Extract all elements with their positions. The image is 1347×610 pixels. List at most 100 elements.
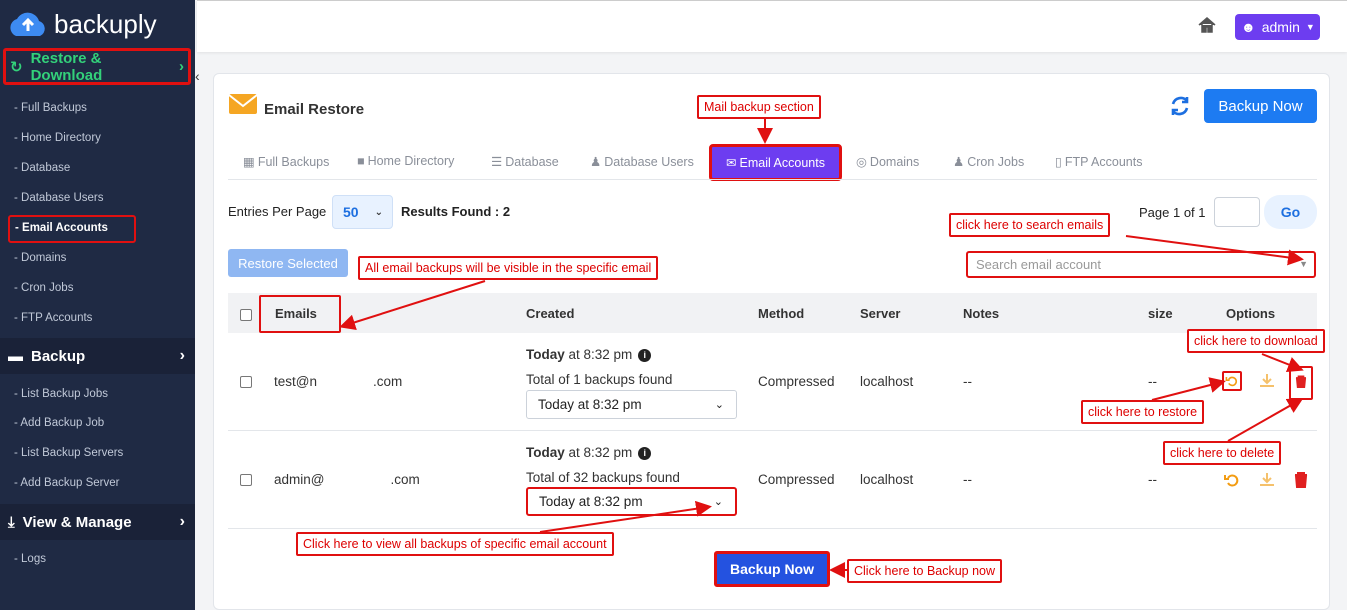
chevron-right-icon: › xyxy=(179,58,184,75)
download-icon[interactable] xyxy=(1257,470,1277,490)
callout-download: click here to download xyxy=(1187,329,1325,353)
sidebar-item-domains[interactable]: - Domains xyxy=(14,252,66,264)
tab-ftp-accounts[interactable]: ▯ FTP Accounts xyxy=(1055,154,1142,170)
nav-restore-label: Restore & Download xyxy=(30,49,103,84)
size-cell: -- xyxy=(1148,374,1157,389)
refresh-icon[interactable] xyxy=(1169,95,1191,117)
caret-down-icon: ▼ xyxy=(1299,259,1308,269)
chevron-down-icon: ⌄ xyxy=(374,206,383,218)
header-server: Server xyxy=(860,306,901,321)
sidebar-item-email-accounts[interactable]: - Email Accounts xyxy=(8,215,136,243)
header-notes: Notes xyxy=(963,306,1000,321)
backup-now-bottom-button[interactable]: Backup Now xyxy=(714,551,830,587)
folder-icon: ■ xyxy=(357,154,365,168)
download-icon[interactable] xyxy=(1257,371,1277,391)
page-number-input[interactable] xyxy=(1214,197,1260,227)
select-all-checkbox[interactable] xyxy=(240,309,252,321)
page-title: Email Restore xyxy=(264,101,365,118)
row-divider xyxy=(228,430,1317,431)
backup-total: Total of 1 backups found xyxy=(526,372,673,387)
restore-icon[interactable] xyxy=(1222,470,1242,490)
sidebar-item-full-backups[interactable]: - Full Backups xyxy=(14,102,87,114)
brand-logo[interactable]: backuply xyxy=(6,8,157,40)
server-cell: localhost xyxy=(860,472,914,487)
tab-database-users[interactable]: ♟ Database Users xyxy=(590,154,694,170)
sidebar-item-database[interactable]: - Database xyxy=(14,162,70,174)
tab-database[interactable]: ☰ Database xyxy=(491,154,559,170)
user-icon: ☻ xyxy=(1241,19,1256,35)
download-icon: ⤓ xyxy=(8,513,15,531)
sidebar: backuply ↻ Restore & Download › - Full B… xyxy=(0,0,195,610)
method-cell: Compressed xyxy=(758,472,835,487)
restore-icon: ↻ xyxy=(10,58,23,76)
tab-domains[interactable]: ◎ Domains xyxy=(856,154,919,170)
users-icon: ♟ xyxy=(953,155,965,169)
go-button[interactable]: Go xyxy=(1264,195,1317,229)
chevron-down-icon: ⌄ xyxy=(714,399,724,411)
entries-label: Entries Per Page xyxy=(228,204,327,219)
cubes-icon: ▦ xyxy=(243,155,255,169)
backup-now-button[interactable]: Backup Now xyxy=(1204,89,1317,123)
user-icon: ♟ xyxy=(590,155,602,169)
nav-restore-download[interactable]: ↻ Restore & Download › xyxy=(3,48,191,85)
tab-full-backups[interactable]: ▦ Full Backups xyxy=(243,154,329,170)
tab-email-accounts[interactable]: ✉ Email Accounts xyxy=(709,144,842,181)
callout-view-all: Click here to view all backups of specif… xyxy=(296,532,614,556)
header-created: Created xyxy=(526,306,575,321)
size-cell: -- xyxy=(1148,472,1157,487)
backup-total: Total of 32 backups found xyxy=(526,470,680,485)
restore-selected-button[interactable]: Restore Selected xyxy=(228,249,348,277)
email-restore-card: Email Restore Backup Now ▦ Full Backups ■… xyxy=(213,73,1330,610)
email-cell: admin@ .com xyxy=(274,472,420,487)
cloud-upload-icon xyxy=(10,12,45,36)
sidebar-item-list-backup-jobs[interactable]: - List Backup Jobs xyxy=(14,388,108,400)
header-emails: Emails xyxy=(259,295,341,333)
brand-name: backuply xyxy=(54,8,157,39)
sidebar-item-home-directory[interactable]: - Home Directory xyxy=(14,132,101,144)
sidebar-collapse-toggle[interactable]: ‹ xyxy=(195,68,205,92)
callout-mail-section: Mail backup section xyxy=(697,95,821,119)
header-size: size xyxy=(1148,306,1173,321)
restore-icon[interactable] xyxy=(1222,371,1242,391)
backup-version-select[interactable]: Today at 8:32 pm ⌄ xyxy=(526,390,737,419)
row-divider xyxy=(228,528,1317,529)
file-icon: ▯ xyxy=(1055,155,1062,169)
sidebar-item-ftp-accounts[interactable]: - FTP Accounts xyxy=(14,312,92,324)
created-date: Today at 8:32 pm i xyxy=(526,347,652,362)
trash-icon[interactable] xyxy=(1291,470,1311,490)
row-checkbox[interactable] xyxy=(240,376,252,388)
tab-cron-jobs[interactable]: ♟ Cron Jobs xyxy=(953,154,1024,170)
home-icon[interactable] xyxy=(1197,15,1217,35)
sidebar-item-add-backup-server[interactable]: - Add Backup Server xyxy=(14,477,119,489)
trash-icon[interactable] xyxy=(1289,366,1313,400)
page-info: Page 1 of 1 xyxy=(1139,205,1206,220)
chevron-right-icon: › xyxy=(179,513,185,530)
sidebar-item-logs[interactable]: - Logs xyxy=(14,553,46,565)
row-checkbox[interactable] xyxy=(240,474,252,486)
sidebar-item-add-backup-job[interactable]: - Add Backup Job xyxy=(14,417,104,429)
sidebar-item-list-backup-servers[interactable]: - List Backup Servers xyxy=(14,447,123,459)
info-icon: i xyxy=(638,446,652,460)
callout-search: click here to search emails xyxy=(949,213,1111,237)
database-icon: ☰ xyxy=(491,155,503,169)
server-cell: localhost xyxy=(860,374,914,389)
results-count: Results Found : 2 xyxy=(401,204,511,219)
nav-view-manage[interactable]: ⤓ View & Manage › xyxy=(0,504,195,540)
topbar: ☻ admin ▼ xyxy=(197,0,1347,52)
email-cell: test@n .com xyxy=(274,374,403,389)
sidebar-item-cron-jobs[interactable]: - Cron Jobs xyxy=(14,282,73,294)
info-icon: i xyxy=(638,348,652,362)
envelope-icon xyxy=(228,94,258,114)
backup-version-select[interactable]: Today at 8:32 pm ⌄ xyxy=(526,487,737,516)
entries-per-page-select[interactable]: 50 ⌄ xyxy=(332,195,393,229)
search-email-select[interactable]: Search email account ▼ xyxy=(966,251,1316,278)
header-options: Options xyxy=(1226,306,1276,321)
tab-home-directory[interactable]: ■ Home Directory xyxy=(357,154,454,168)
sidebar-item-database-users[interactable]: - Database Users xyxy=(14,192,104,204)
callout-delete: click here to delete xyxy=(1163,441,1282,465)
header-method: Method xyxy=(758,306,805,321)
created-date: Today at 8:32 pm i xyxy=(526,445,652,460)
user-menu-button[interactable]: ☻ admin ▼ xyxy=(1235,14,1320,40)
nav-backup[interactable]: ▬ Backup › xyxy=(0,338,195,374)
caret-down-icon: ▼ xyxy=(1305,22,1315,32)
